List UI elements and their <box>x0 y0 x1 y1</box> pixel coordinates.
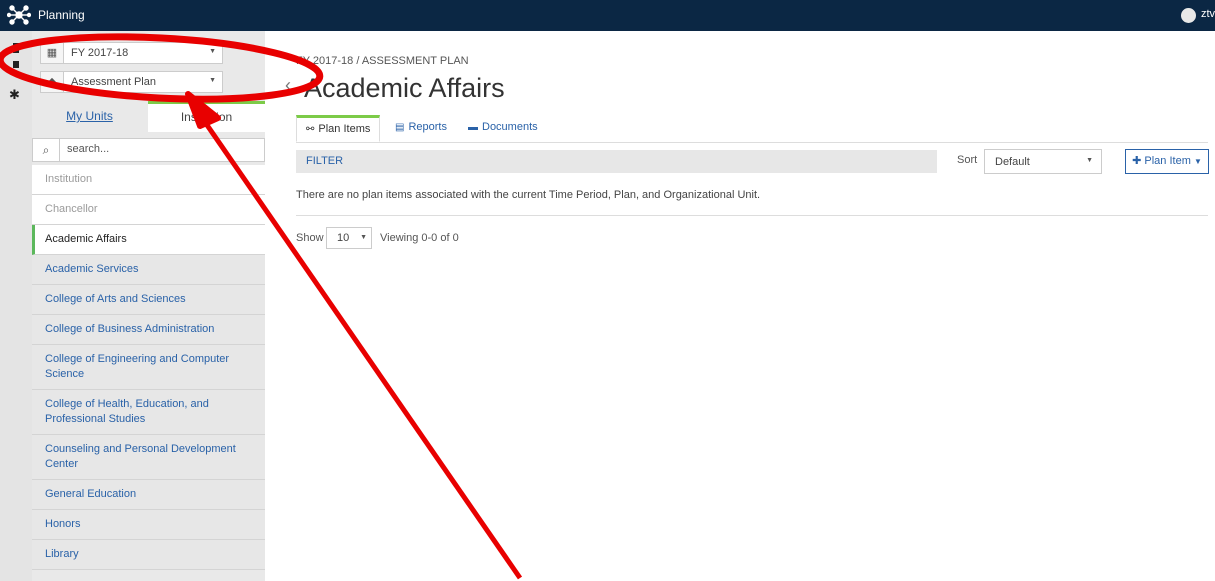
unit-scope-tabs: My Units Institution <box>32 101 265 132</box>
sort-label: Sort <box>957 154 978 166</box>
calendar-icon: ▦ <box>41 43 64 63</box>
filter-toggle[interactable]: FILTER <box>306 155 343 167</box>
planning-logo-icon[interactable] <box>7 4 31 26</box>
list-item[interactable]: Institution <box>32 165 265 195</box>
plan-icon: ◆ <box>41 72 64 92</box>
tab-institution[interactable]: Institution <box>148 101 265 132</box>
list-item[interactable]: College of Business Administration <box>32 315 265 345</box>
list-item[interactable]: Counseling and Personal Development Cent… <box>32 435 265 480</box>
plan-select[interactable]: ◆ Assessment Plan ▼ <box>40 71 223 93</box>
tab-label: Reports <box>408 121 447 133</box>
app-title[interactable]: Planning <box>38 8 85 22</box>
time-period-value: FY 2017-18 <box>71 47 129 59</box>
chevron-down-icon: ▼ <box>1086 157 1093 164</box>
hierarchy-icon: ⚯ <box>306 124 315 135</box>
plan-value: Assessment Plan <box>71 76 156 88</box>
list-item[interactable]: Chancellor <box>32 195 265 225</box>
tab-plan-items[interactable]: ⚯ Plan Items <box>296 115 381 142</box>
breadcrumb: FY 2017-18 / ASSESSMENT PLAN <box>296 55 469 67</box>
page-title: Academic Affairs <box>304 73 505 103</box>
empty-state-message: There are no plan items associated with … <box>296 189 761 201</box>
user-name[interactable]: ztv <box>1201 8 1215 20</box>
folder-icon: ▬ <box>468 122 478 133</box>
list-item[interactable]: College of Health, Education, and Profes… <box>32 390 265 435</box>
pagination-summary: Viewing 0-0 of 0 <box>380 232 459 244</box>
sort-value: Default <box>995 156 1030 168</box>
page-size-value: 10 <box>337 232 350 244</box>
user-avatar-icon[interactable] <box>1181 8 1196 23</box>
filter-bar[interactable]: FILTER <box>296 150 937 173</box>
tool-marker-icon[interactable] <box>13 43 19 53</box>
tab-reports[interactable]: ▤ Reports <box>395 115 447 142</box>
list-item[interactable]: College of Arts and Sciences <box>32 285 265 315</box>
add-plan-item-button[interactable]: ✚ Plan Item ▼ <box>1125 149 1209 174</box>
file-icon: ▤ <box>395 122 405 133</box>
sort-select[interactable]: Default ▼ <box>984 149 1102 174</box>
divider <box>296 215 1208 216</box>
top-navbar: Planning ztv <box>0 0 1215 31</box>
chevron-down-icon: ▼ <box>209 48 216 55</box>
tab-documents[interactable]: ▬ Documents <box>468 115 538 142</box>
list-item[interactable]: College of Engineering and Computer Scie… <box>32 345 265 390</box>
tab-label: Documents <box>482 121 538 133</box>
main-content: FY 2017-18 / ASSESSMENT PLAN ‹ Academic … <box>285 31 1210 581</box>
unit-search: ⌕ search... <box>32 138 265 162</box>
add-plan-item-label: Plan Item <box>1144 155 1191 167</box>
sidebar: ▦ FY 2017-18 ▼ ◆ Assessment Plan ▼ My Un… <box>32 31 265 581</box>
time-period-select[interactable]: ▦ FY 2017-18 ▼ <box>40 42 223 64</box>
list-item[interactable]: Library <box>32 540 265 570</box>
search-icon[interactable]: ⌕ <box>33 139 60 161</box>
caret-down-icon: ▼ <box>1193 157 1202 166</box>
chevron-down-icon: ▼ <box>360 234 367 241</box>
search-input[interactable]: search... <box>67 143 109 155</box>
list-item-active[interactable]: Academic Affairs <box>32 225 265 255</box>
page-size-select[interactable]: 10 ▼ <box>326 227 372 249</box>
plus-icon: ✚ <box>1132 155 1142 167</box>
unit-list: Institution Chancellor Academic Affairs … <box>32 165 265 570</box>
content-tabs: ⚯ Plan Items ▤ Reports ▬ Documents <box>296 115 1208 143</box>
tab-label: Plan Items <box>318 123 371 135</box>
tool-marker-icon[interactable] <box>13 61 19 68</box>
gear-icon[interactable]: ✱ <box>9 87 20 103</box>
show-label: Show <box>296 232 324 244</box>
list-item[interactable]: Honors <box>32 510 265 540</box>
list-item[interactable]: General Education <box>32 480 265 510</box>
left-tool-strip: ✱ <box>0 31 32 581</box>
tab-my-units[interactable]: My Units <box>32 101 147 132</box>
chevron-down-icon: ▼ <box>209 77 216 84</box>
list-item[interactable]: Academic Services <box>32 255 265 285</box>
collapse-sidebar-icon[interactable]: ‹ <box>285 75 291 96</box>
